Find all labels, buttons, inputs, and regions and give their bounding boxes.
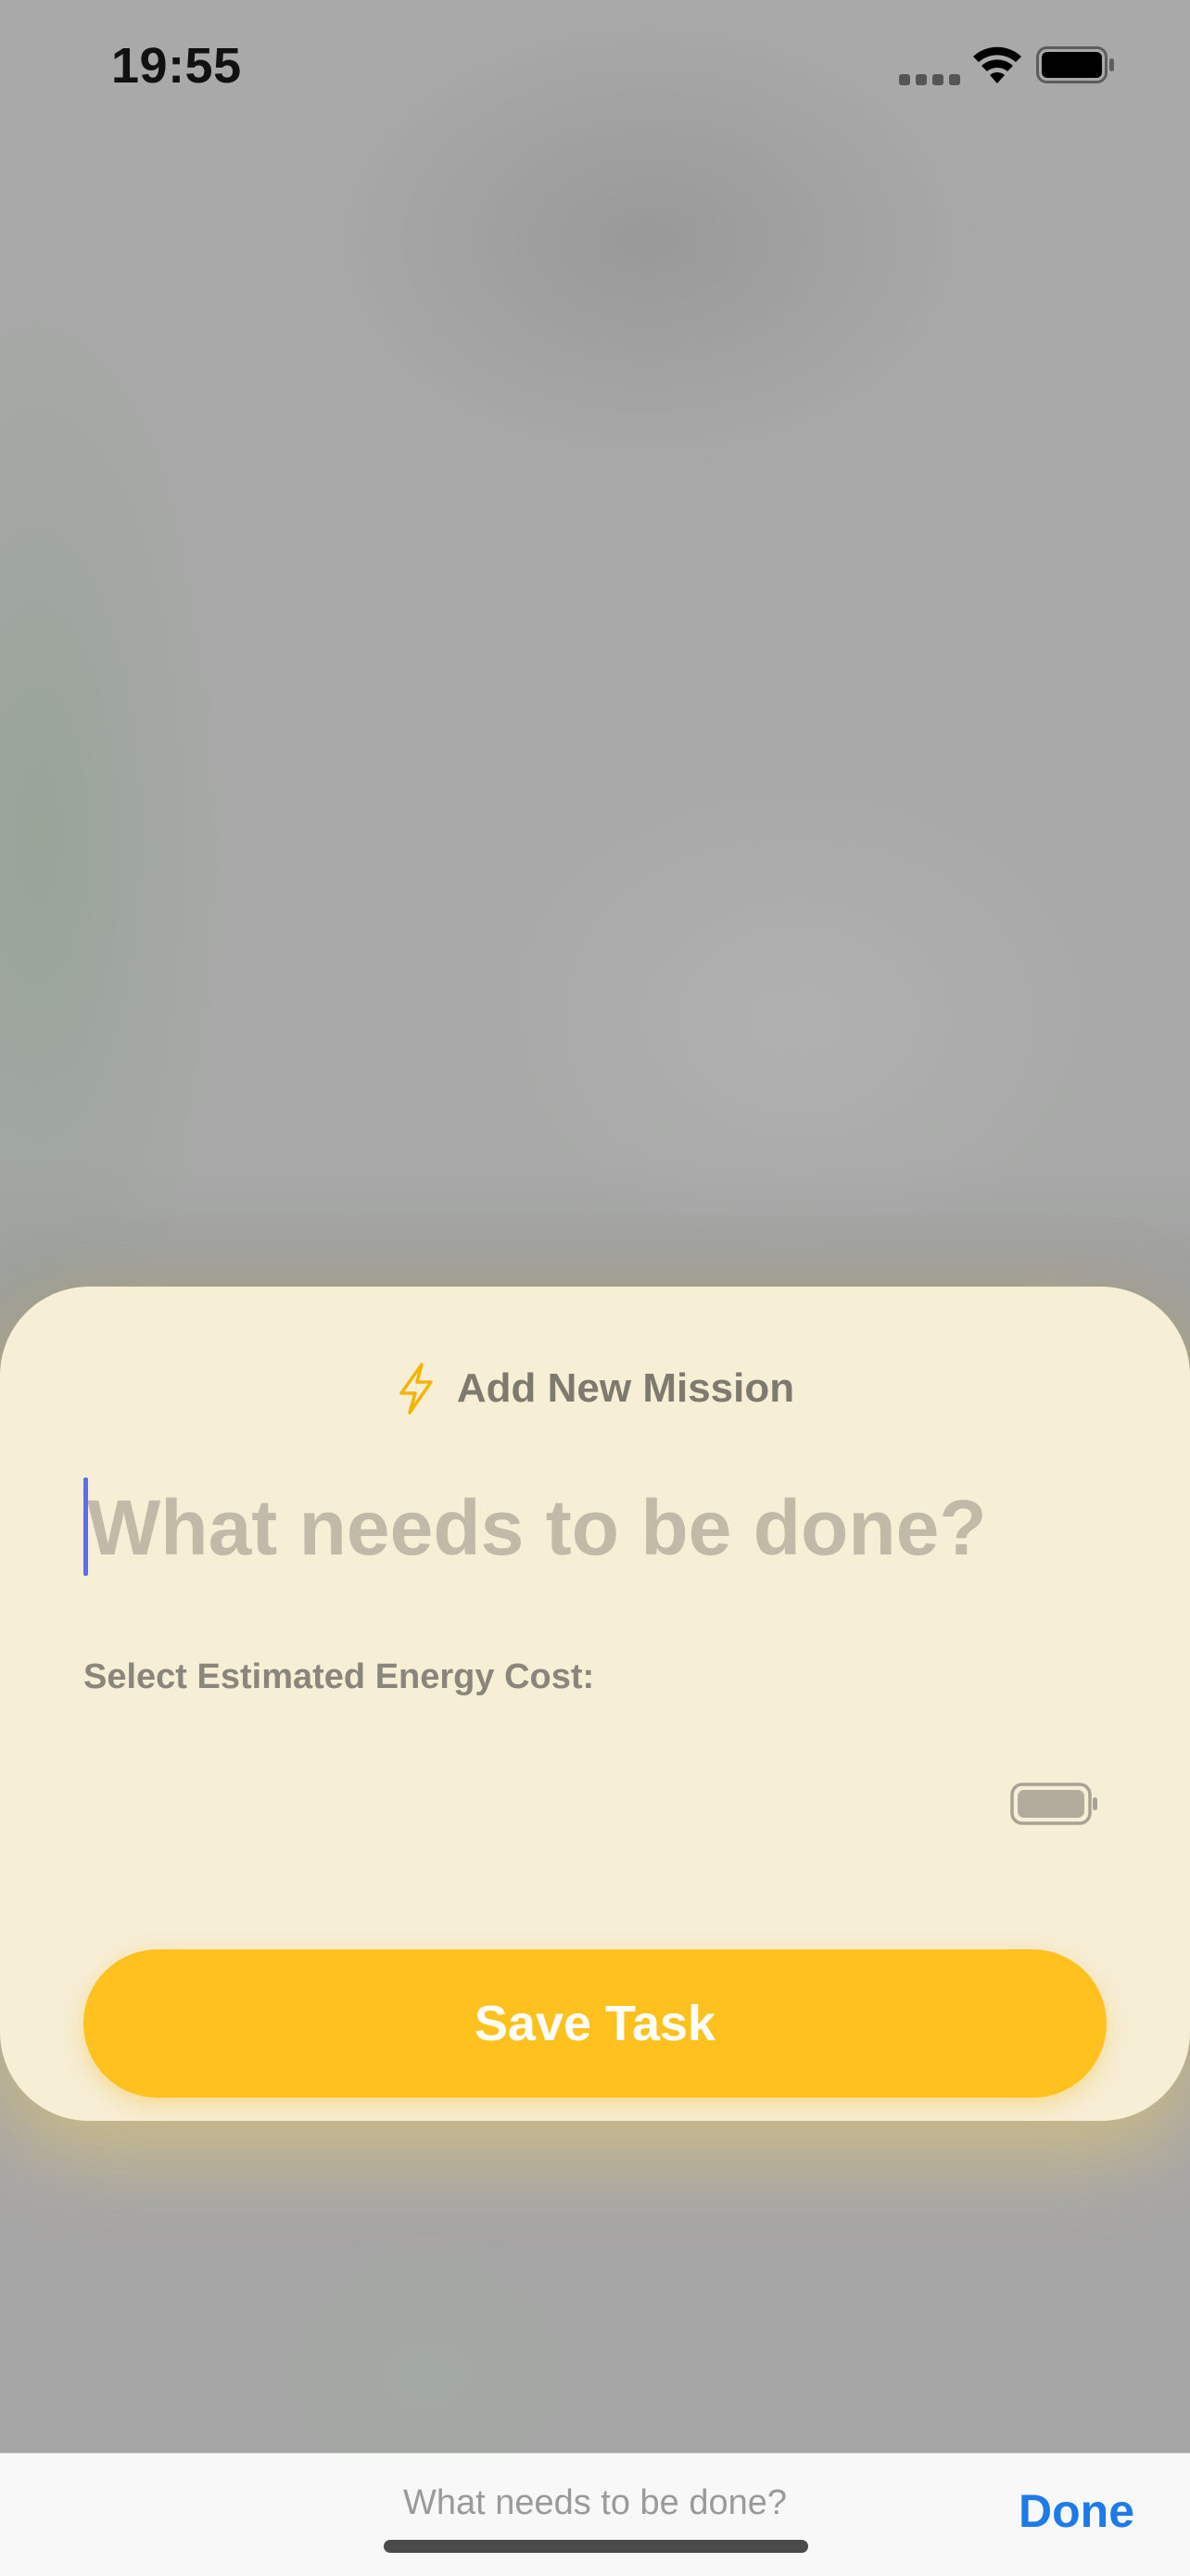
sheet-title: Add New Mission bbox=[456, 1365, 795, 1411]
sheet-header: Add New Mission bbox=[0, 1351, 1190, 1426]
energy-cost-label: Select Estimated Energy Cost: bbox=[83, 1657, 595, 1696]
add-mission-sheet: Add New Mission Select Estimated Energy … bbox=[0, 1287, 1190, 2121]
task-title-input[interactable] bbox=[87, 1472, 1107, 1583]
done-button[interactable]: Done bbox=[1019, 2474, 1134, 2548]
text-cursor bbox=[83, 1478, 88, 1576]
keyboard-accessory-bar: What needs to be done? Done bbox=[0, 2453, 1190, 2576]
accessory-preview-text: What needs to be done? bbox=[402, 2483, 788, 2522]
wifi-icon bbox=[973, 46, 1021, 83]
task-input-container[interactable] bbox=[83, 1472, 1112, 1593]
status-time: 19:55 bbox=[111, 38, 242, 94]
lightning-bolt-icon bbox=[399, 1363, 433, 1415]
save-task-button[interactable]: Save Task bbox=[83, 1949, 1107, 2098]
cellular-signal-icon bbox=[899, 74, 960, 85]
battery-icon[interactable] bbox=[1010, 1783, 1099, 1825]
battery-full-icon bbox=[1036, 46, 1114, 83]
status-bar: 19:55 bbox=[0, 0, 1190, 139]
home-indicator[interactable] bbox=[384, 2540, 808, 2553]
